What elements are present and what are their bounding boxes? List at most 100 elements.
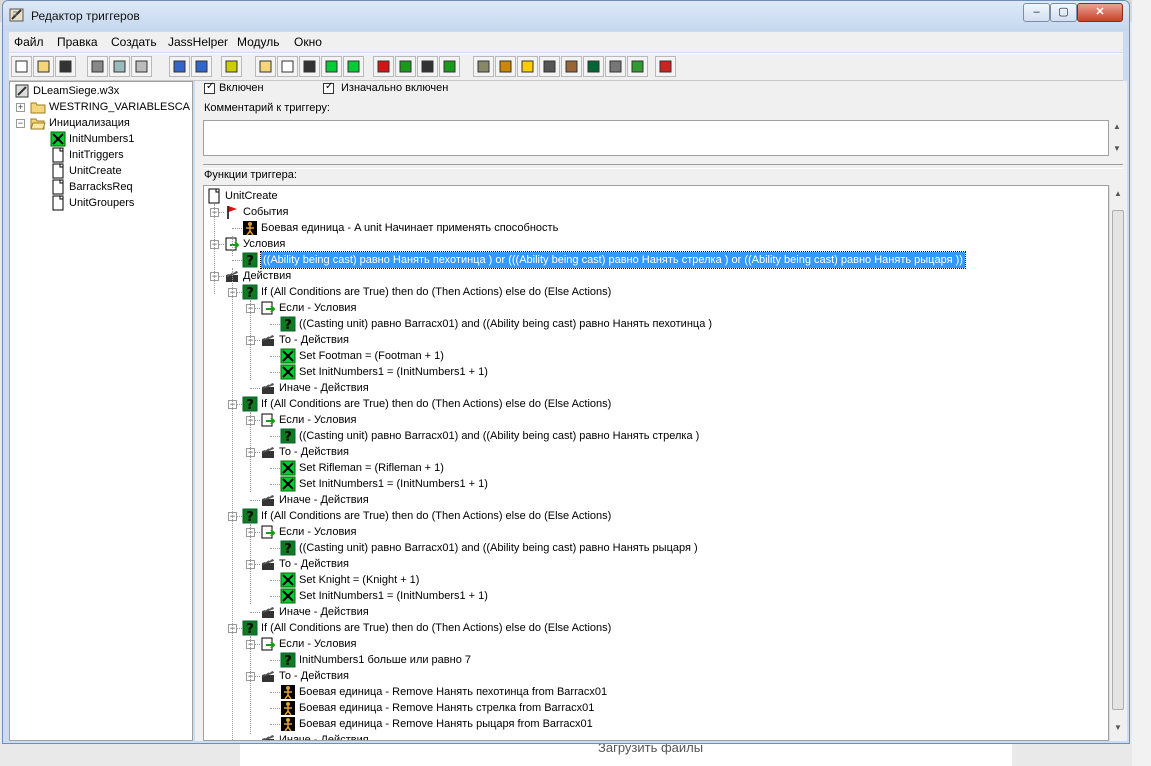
- tree-item-unitgroupers[interactable]: UnitGroupers: [10, 195, 192, 211]
- close-button[interactable]: ✕: [1077, 3, 1123, 22]
- tree-item-barracksreq[interactable]: BarracksReq: [10, 179, 192, 195]
- function-label: То - Действия: [279, 334, 349, 346]
- function-row-condition[interactable]: − Если - Условия: [204, 524, 1094, 540]
- variable-tool-button[interactable]: [321, 56, 342, 77]
- function-row-condition[interactable]: − Если - Условия: [204, 300, 1094, 316]
- function-row-question[interactable]: ? InitNumbers1 больше или равно 7: [204, 652, 1094, 669]
- menu-edit[interactable]: Правка: [57, 35, 98, 49]
- function-row-setvar[interactable]: Set InitNumbers1 = (InitNumbers1 + 1): [204, 588, 1094, 604]
- terrain-tool-button[interactable]: [473, 56, 494, 77]
- map-icon: [14, 83, 30, 99]
- function-row-action[interactable]: − То - Действия: [204, 444, 1094, 460]
- action-tool-button[interactable]: [417, 56, 438, 77]
- cut-tool-button[interactable]: [87, 56, 108, 77]
- function-row-setvar[interactable]: Set Knight = (Knight + 1): [204, 572, 1094, 588]
- function-row-condition[interactable]: − Если - Условия: [204, 636, 1094, 652]
- tree-item-westring-variablesca[interactable]: + WESTRING_VARIABLESCA: [10, 99, 192, 115]
- minimize-button[interactable]: –: [1023, 3, 1050, 22]
- tree-item-inittriggers[interactable]: InitTriggers: [10, 147, 192, 163]
- function-row-question[interactable]: ? ((Casting unit) равно Barracx01) and ((…: [204, 540, 1094, 557]
- function-row-setvar[interactable]: Set InitNumbers1 = (InitNumbers1 + 1): [204, 364, 1094, 380]
- function-row-condition[interactable]: − Условия: [204, 236, 1094, 252]
- variable-x-tool-button[interactable]: [343, 56, 364, 77]
- test-map-tool-button[interactable]: [655, 56, 676, 77]
- function-row-action[interactable]: Иначе - Действия: [204, 492, 1094, 508]
- sound-tool-button[interactable]: [517, 56, 538, 77]
- enabled-checkbox[interactable]: ✓: [204, 81, 215, 94]
- menu-module[interactable]: Модуль: [237, 35, 280, 49]
- trigger-list-panel[interactable]: DLeamSiege.w3x + WESTRING_VARIABLESCA − Иниц…: [9, 81, 193, 741]
- function-row-action[interactable]: Иначе - Действия: [204, 732, 1094, 741]
- tree-item-label: UnitCreate: [69, 165, 122, 177]
- function-row-question[interactable]: −? If (All Conditions are True) then do (…: [204, 396, 1094, 413]
- menu-file[interactable]: Файл: [14, 35, 44, 49]
- menu-create[interactable]: Создать: [111, 35, 157, 49]
- function-row-unit[interactable]: Боевая единица - A unit Начинает применя…: [204, 220, 1094, 236]
- function-row-trigger[interactable]: UnitCreate: [204, 188, 1094, 204]
- function-row-action[interactable]: − То - Действия: [204, 332, 1094, 348]
- checklist-tool-button[interactable]: [439, 56, 460, 77]
- expand-toggle[interactable]: +: [16, 103, 25, 112]
- function-row-question[interactable]: ? ((Casting unit) равно Barracx01) and ((…: [204, 428, 1094, 445]
- function-row-condition[interactable]: − Если - Условия: [204, 412, 1094, 428]
- tree-item-unitcreate[interactable]: UnitCreate: [10, 163, 192, 179]
- close-x-tool-button[interactable]: [221, 56, 242, 77]
- menu-window[interactable]: Окно: [294, 35, 322, 49]
- open-tool-button[interactable]: [33, 56, 54, 77]
- tree-item-label: BarracksReq: [69, 181, 133, 193]
- tree-item-инициализация[interactable]: − Инициализация: [10, 115, 192, 131]
- object-box-tool-button[interactable]: [605, 56, 626, 77]
- paste-tool-button[interactable]: [131, 56, 152, 77]
- object-tool-button[interactable]: [495, 56, 516, 77]
- initially-on-checkbox[interactable]: ✓: [323, 81, 334, 94]
- title-bar[interactable]: Редактор триггеров – ▢ ✕: [3, 1, 1129, 31]
- function-row-action[interactable]: Иначе - Действия: [204, 604, 1094, 620]
- function-row-setvar[interactable]: Set Footman = (Footman + 1): [204, 348, 1094, 364]
- function-row-question[interactable]: −? If (All Conditions are True) then do (…: [204, 284, 1094, 301]
- function-label: То - Действия: [279, 670, 349, 682]
- panel-splitter[interactable]: [203, 164, 1123, 169]
- comment-tool-button[interactable]: [299, 56, 320, 77]
- function-row-action[interactable]: − То - Действия: [204, 556, 1094, 572]
- new-tool-button[interactable]: [11, 56, 32, 77]
- toolbar: [9, 53, 1123, 81]
- expand-toggle[interactable]: −: [16, 119, 25, 128]
- function-row-unit[interactable]: Боевая единица - Remove Нанять рыцаря fr…: [204, 716, 1094, 732]
- campaign-tool-button[interactable]: [627, 56, 648, 77]
- function-row-setvar[interactable]: Set InitNumbers1 = (InitNumbers1 + 1): [204, 476, 1094, 492]
- condition-tool-button[interactable]: [395, 56, 416, 77]
- copy-tool-button[interactable]: [109, 56, 130, 77]
- function-row-event[interactable]: − События: [204, 204, 1094, 220]
- function-row-unit[interactable]: Боевая единица - Remove Нанять стрелка f…: [204, 700, 1094, 716]
- comment-scrollbar[interactable]: ▲ ▼: [1109, 120, 1125, 156]
- document-tool-button[interactable]: [277, 56, 298, 77]
- function-row-setvar[interactable]: Set Rifleman = (Rifleman + 1): [204, 460, 1094, 476]
- function-label: Действия: [243, 270, 292, 282]
- function-row-question[interactable]: −? If (All Conditions are True) then do (…: [204, 620, 1094, 637]
- folder-tool-button[interactable]: [255, 56, 276, 77]
- function-label: Иначе - Действия: [279, 734, 369, 741]
- redo-tool-button[interactable]: [191, 56, 212, 77]
- save-tool-button[interactable]: [55, 56, 76, 77]
- function-row-action[interactable]: Иначе - Действия: [204, 380, 1094, 396]
- camera-tool-button[interactable]: [539, 56, 560, 77]
- function-row-action[interactable]: − Действия: [204, 268, 1094, 284]
- undo-tool-button[interactable]: [169, 56, 190, 77]
- tree-root-map[interactable]: DLeamSiege.w3x: [10, 83, 192, 99]
- function-row-question[interactable]: ? ((Ability being cast) равно Нанять пехо…: [204, 251, 1094, 269]
- import-tool-button[interactable]: [561, 56, 582, 77]
- function-row-action[interactable]: − То - Действия: [204, 668, 1094, 684]
- menu-jasshelper[interactable]: JassHelper: [168, 35, 228, 49]
- functions-scrollbar[interactable]: ▲ ▼: [1109, 185, 1126, 741]
- function-row-question[interactable]: ? ((Casting unit) равно Barracx01) and ((…: [204, 316, 1094, 333]
- comment-textarea[interactable]: [203, 120, 1109, 156]
- tree-item-initnumbers1[interactable]: InitNumbers1: [10, 131, 192, 147]
- function-row-unit[interactable]: Боевая единица - Remove Нанять пехотинца…: [204, 684, 1094, 700]
- trigger-functions-tree[interactable]: UnitCreate − События Боевая единица - A uni…: [203, 185, 1109, 741]
- maximize-button[interactable]: ▢: [1050, 3, 1077, 22]
- ai-tool-button[interactable]: [583, 56, 604, 77]
- comment-icon: [303, 60, 316, 73]
- event-flag-tool-button[interactable]: [373, 56, 394, 77]
- function-row-question[interactable]: −? If (All Conditions are True) then do (…: [204, 508, 1094, 525]
- scrollbar-thumb[interactable]: [1112, 210, 1124, 710]
